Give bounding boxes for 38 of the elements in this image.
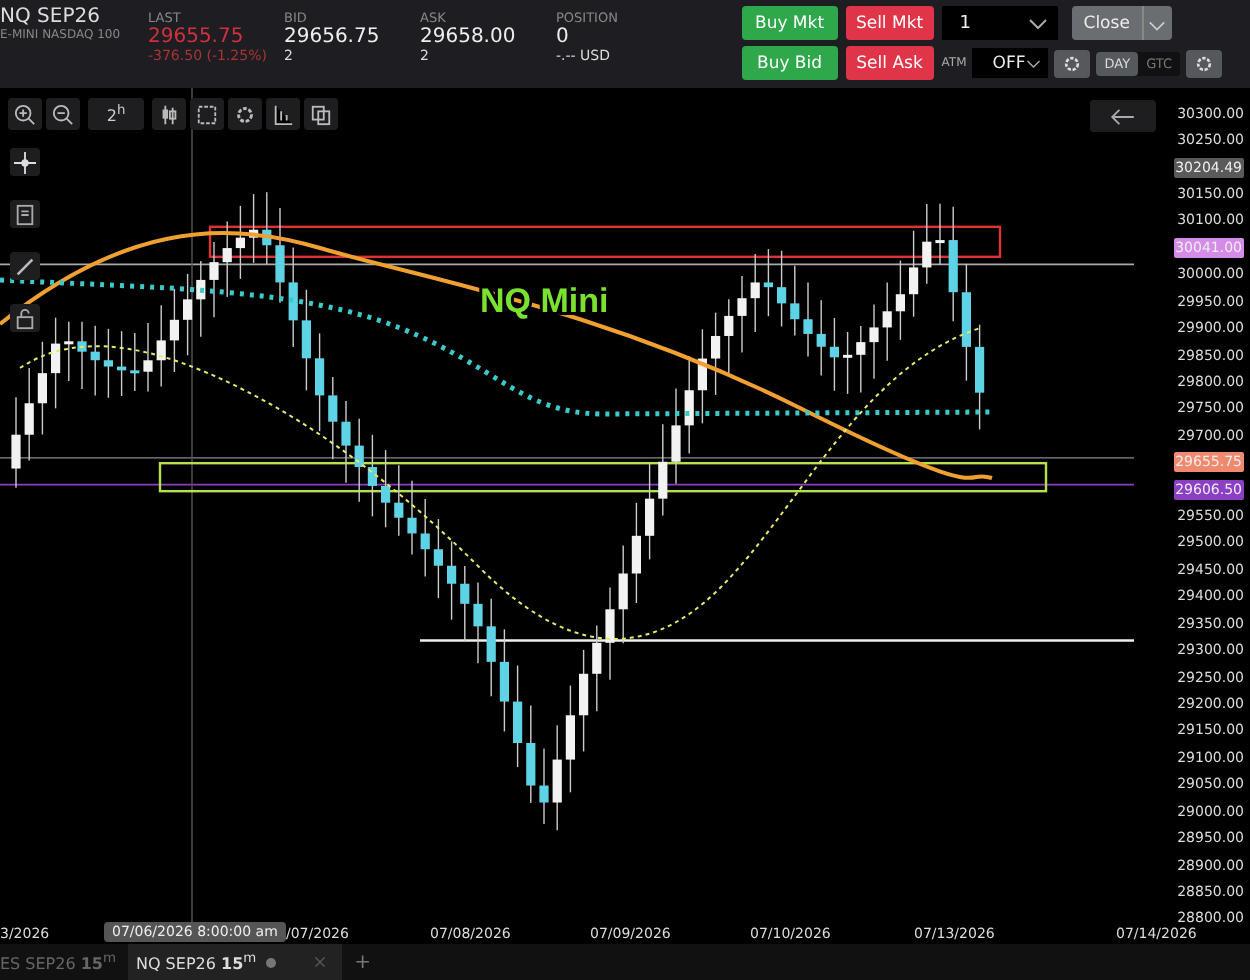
chart-tab[interactable]: ES SEP26 15$^{m}$ bbox=[0, 944, 128, 980]
gear-icon bbox=[1062, 53, 1083, 73]
note-icon[interactable] bbox=[10, 200, 40, 228]
interval-button[interactable]: 2$^{h}$ bbox=[88, 98, 144, 130]
instrument-symbol: NQ SEP26 bbox=[0, 6, 102, 28]
chevron-icon bbox=[1027, 17, 1048, 29]
chart-tab[interactable]: NQ SEP26 15$^{m}$ bbox=[127, 944, 343, 980]
settings-icon[interactable] bbox=[228, 98, 262, 130]
quote-value: 0 bbox=[556, 26, 571, 48]
copy-icon[interactable] bbox=[304, 98, 338, 130]
order-button[interactable]: Buy Mkt bbox=[741, 6, 838, 40]
status-dot-icon bbox=[266, 957, 277, 967]
quantity-dropdown[interactable]: 1 bbox=[941, 6, 1058, 40]
quote-value: 29656.75 bbox=[284, 26, 382, 48]
order-button[interactable]: Sell Mkt bbox=[845, 6, 934, 40]
line-tool-icon[interactable] bbox=[10, 252, 40, 280]
settings-button[interactable] bbox=[1186, 49, 1222, 77]
lock-icon[interactable] bbox=[10, 304, 40, 332]
back-arrow-button[interactable] bbox=[1090, 100, 1156, 132]
chevron-icon bbox=[1025, 57, 1041, 69]
selection-icon[interactable] bbox=[190, 98, 224, 130]
settings-button[interactable] bbox=[1054, 49, 1091, 77]
indicator-icon[interactable] bbox=[266, 98, 300, 130]
order-button[interactable]: Buy Bid bbox=[741, 46, 838, 80]
zoom-in-icon[interactable] bbox=[8, 98, 42, 130]
close-button[interactable]: Close bbox=[1071, 6, 1142, 40]
zoom-out-icon[interactable] bbox=[46, 98, 80, 130]
close-dropdown-button[interactable] bbox=[1141, 6, 1172, 40]
quote-value: 29658.00 bbox=[420, 26, 518, 48]
gear-icon bbox=[1194, 53, 1214, 73]
arrow-left-icon bbox=[1110, 107, 1136, 125]
order-button[interactable]: Sell Ask bbox=[845, 46, 934, 80]
atm-dropdown[interactable]: OFF bbox=[972, 48, 1049, 78]
add-tab-button[interactable]: + bbox=[354, 951, 372, 973]
candlestick-icon[interactable] bbox=[152, 98, 186, 130]
crosshair-icon[interactable] bbox=[10, 148, 40, 176]
chevron-icon bbox=[1148, 20, 1167, 32]
quote-value: 29655.75 bbox=[148, 26, 246, 48]
